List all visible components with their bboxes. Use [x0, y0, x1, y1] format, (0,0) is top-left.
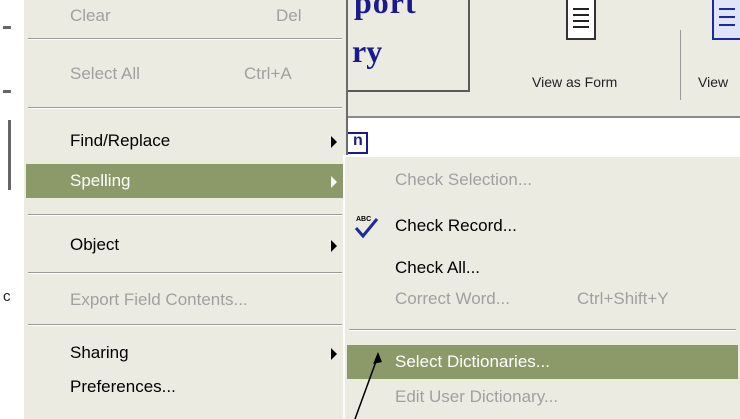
menu-separator — [28, 107, 342, 109]
left-fragment-text: c — [3, 288, 11, 305]
edit-menu: Clear Del Select All Ctrl+A Find/Replace… — [22, 0, 348, 419]
menu-item-label: Check Selection... — [395, 170, 533, 189]
menu-item-label: Preferences... — [70, 377, 176, 396]
submenu-item-edit-user-dictionary[interactable]: Edit User Dictionary... — [347, 380, 738, 414]
menu-item-label: Find/Replace — [70, 131, 171, 150]
submenu-item-correct-word[interactable]: Correct Word... Ctrl+Shift+Y — [347, 282, 738, 316]
menu-separator — [28, 214, 342, 216]
menu-item-label: Clear — [70, 6, 111, 25]
spell-check-icon: ABC — [354, 216, 379, 239]
view-as-form-button[interactable]: View as Form — [500, 0, 660, 108]
submenu-arrow-icon — [331, 348, 337, 360]
menu-item-shortcut: Ctrl+Shift+Y — [577, 289, 669, 308]
menu-item-sharing[interactable]: Sharing — [26, 336, 344, 370]
toolbar-divider — [680, 30, 681, 100]
svg-text:ABC: ABC — [356, 216, 371, 223]
spelling-submenu: Check Selection... ABC Check Record... C… — [343, 155, 740, 419]
submenu-item-select-dictionaries[interactable]: Select Dictionaries... — [347, 345, 738, 379]
logo-text-line1: port — [354, 0, 417, 20]
submenu-arrow-icon — [331, 136, 337, 148]
layout-tab-label: n — [353, 132, 363, 149]
menu-item-find-replace[interactable]: Find/Replace — [26, 124, 344, 158]
view-as-list-label: View — [698, 74, 729, 90]
menu-item-label: Export Field Contents... — [70, 290, 248, 309]
left-window-fragment: c — [0, 0, 22, 419]
menu-item-select-all[interactable]: Select All Ctrl+A — [26, 57, 344, 91]
menu-separator — [28, 272, 342, 274]
menu-item-shortcut: Ctrl+A — [244, 64, 292, 83]
menu-item-label: Object — [70, 235, 120, 254]
form-view-icon — [566, 0, 596, 40]
view-as-form-label: View as Form — [532, 74, 618, 90]
list-view-icon — [712, 0, 740, 40]
menu-item-label: Sharing — [70, 343, 129, 362]
menu-item-label: Spelling — [70, 171, 131, 190]
menu-item-label: Select All — [70, 64, 140, 83]
menu-separator — [28, 38, 342, 40]
menu-item-clear[interactable]: Clear Del — [26, 0, 344, 33]
app-logo: port ry — [330, 0, 470, 92]
menu-item-export-field-contents[interactable]: Export Field Contents... — [26, 283, 344, 317]
submenu-arrow-icon — [331, 240, 337, 252]
submenu-item-check-all[interactable]: Check All... — [347, 251, 738, 285]
menu-item-spelling[interactable]: Spelling — [26, 164, 344, 198]
view-as-list-button[interactable]: View — [690, 0, 740, 108]
layout-tab[interactable]: n — [346, 132, 368, 154]
menu-item-label: Check All... — [395, 258, 481, 277]
menu-separator — [349, 329, 736, 331]
menu-item-object[interactable]: Object — [26, 228, 344, 262]
submenu-item-check-record[interactable]: ABC Check Record... — [347, 209, 738, 243]
menu-item-label: Select Dictionaries... — [395, 352, 550, 371]
menu-item-preferences[interactable]: Preferences... — [26, 370, 344, 404]
submenu-arrow-icon — [331, 176, 337, 188]
menu-item-label: Check Record... — [395, 216, 517, 235]
logo-text-line2: ry — [352, 33, 383, 69]
menu-separator — [28, 324, 342, 326]
menu-item-shortcut: Del — [276, 6, 302, 25]
submenu-item-check-selection[interactable]: Check Selection... — [347, 163, 738, 197]
menu-item-label: Correct Word... — [395, 289, 510, 308]
menu-item-label: Edit User Dictionary... — [395, 387, 559, 406]
